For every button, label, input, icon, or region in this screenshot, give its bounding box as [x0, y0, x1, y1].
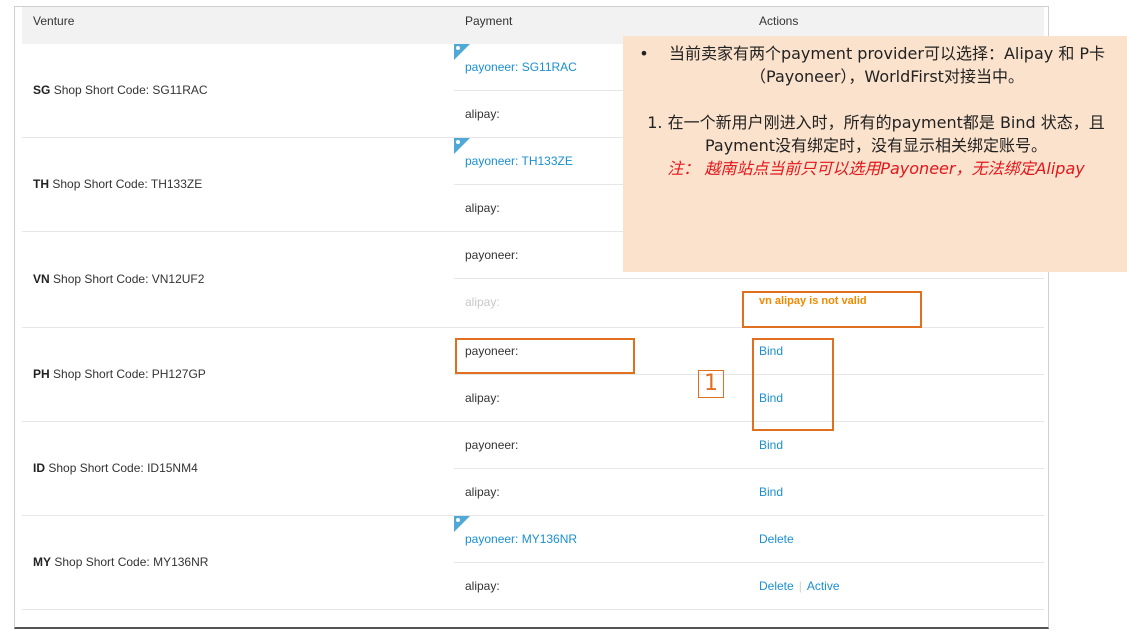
bullet-icon: •: [639, 44, 649, 63]
payment-row: payoneer: MY136NR Delete: [454, 516, 1044, 563]
highlight-payoneer: [455, 338, 635, 374]
delete-button[interactable]: Delete: [759, 532, 794, 546]
shop-short-code: Shop Short Code: PH127GP: [53, 367, 206, 381]
bind-button[interactable]: Bind: [759, 438, 783, 452]
annotation-note: • 当前卖家有两个payment provider可以选择：Alipay 和 P…: [623, 36, 1127, 272]
active-button[interactable]: Active: [807, 579, 840, 593]
payment-actions: Delete | Active: [759, 579, 840, 593]
payment-provider-label: payoneer: TH133ZE: [465, 154, 573, 168]
header-payment: Payment: [465, 14, 513, 28]
shop-short-code: Shop Short Code: TH133ZE: [52, 177, 203, 191]
venture-code: TH: [33, 177, 49, 191]
venture-label: TH Shop Short Code: TH133ZE: [33, 177, 202, 191]
payment-actions: Bind: [759, 438, 783, 452]
venture-code: MY: [33, 555, 51, 569]
payment-provider-label: alipay:: [465, 107, 500, 121]
highlight-vn-warning: [742, 291, 922, 328]
payment-provider-label: alipay:: [465, 201, 500, 215]
payment-provider-label: alipay:: [465, 295, 500, 309]
note-line-2: 1. 在一个新用户刚进入时，所有的payment都是 Bind 状态，且Paym…: [647, 113, 1105, 155]
venture-code: SG: [33, 83, 51, 97]
venture-label: SG Shop Short Code: SG11RAC: [33, 83, 208, 97]
payment-provider-label: payoneer: SG11RAC: [465, 60, 577, 74]
action-separator: |: [798, 579, 802, 593]
bind-button[interactable]: Bind: [759, 485, 783, 499]
corner-dot-icon: [456, 140, 460, 144]
payment-provider-label: alipay:: [465, 579, 500, 593]
payment-provider-label: alipay:: [465, 485, 500, 499]
delete-button[interactable]: Delete: [759, 579, 794, 593]
venture-label: PH Shop Short Code: PH127GP: [33, 367, 206, 381]
payment-provider-label: payoneer:: [465, 438, 519, 452]
venture-label: ID Shop Short Code: ID15NM4: [33, 461, 198, 475]
corner-dot-icon: [456, 518, 460, 522]
shop-short-code: Shop Short Code: SG11RAC: [53, 83, 208, 97]
header-venture: Venture: [33, 14, 75, 28]
shop-short-code: Shop Short Code: VN12UF2: [53, 272, 205, 286]
note-bullet-line: • 当前卖家有两个payment provider可以选择：Alipay 和 P…: [633, 42, 1119, 88]
payment-provider-label: alipay:: [465, 391, 500, 405]
venture-label: VN Shop Short Code: VN12UF2: [33, 272, 204, 286]
payment-row: alipay: Bind: [454, 469, 1044, 516]
payment-row: alipay: Delete | Active: [454, 563, 1044, 610]
shop-short-code: Shop Short Code: ID15NM4: [48, 461, 198, 475]
venture-row-my: MY Shop Short Code: MY136NR payoneer: MY1…: [22, 516, 1044, 610]
shop-short-code: Shop Short Code: MY136NR: [54, 555, 209, 569]
payment-provider-label: payoneer:: [465, 248, 519, 262]
venture-row-id: ID Shop Short Code: ID15NM4 payoneer: Bind…: [22, 422, 1044, 516]
venture-code: PH: [33, 367, 50, 381]
venture-code: ID: [33, 461, 45, 475]
note-line-3: 注： 越南站点当前只可以选用Payoneer，无法绑定Alipay: [667, 159, 1085, 178]
note-line-1: 当前卖家有两个payment provider可以选择：Alipay 和 P卡（…: [668, 44, 1106, 86]
corner-dot-icon: [456, 46, 460, 50]
annotation-number: 1: [698, 370, 724, 398]
payment-provider-label: payoneer: MY136NR: [465, 532, 578, 546]
payment-row: payoneer: Bind: [454, 422, 1044, 469]
venture-label: MY Shop Short Code: MY136NR: [33, 555, 208, 569]
payment-actions: Delete: [759, 532, 794, 546]
venture-code: VN: [33, 272, 50, 286]
highlight-bind-actions: [752, 338, 834, 431]
payment-row: alipay: Bind: [454, 375, 1044, 422]
payment-actions: Bind: [759, 485, 783, 499]
header-actions: Actions: [759, 14, 799, 28]
